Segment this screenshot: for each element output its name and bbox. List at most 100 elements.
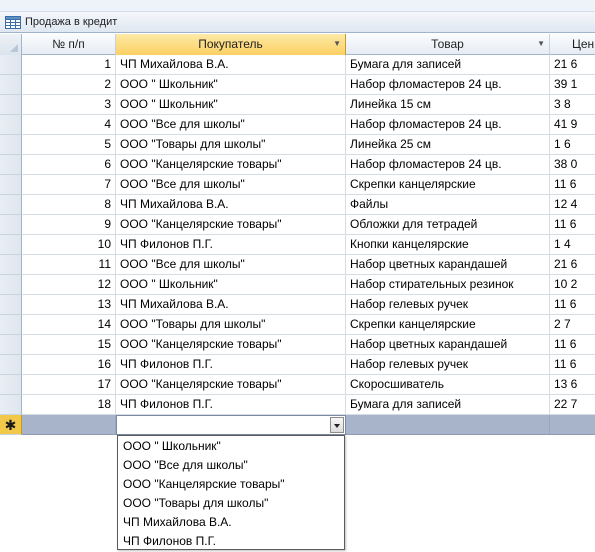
- record-selector[interactable]: [0, 235, 22, 255]
- cell-buyer[interactable]: ЧП Филонов П.Г.: [116, 355, 346, 375]
- cell-num[interactable]: 2: [22, 75, 116, 95]
- sort-caret-icon[interactable]: ▼: [537, 34, 545, 54]
- record-selector[interactable]: [0, 295, 22, 315]
- cell-num[interactable]: 11: [22, 255, 116, 275]
- new-record-row[interactable]: ✱: [0, 415, 595, 435]
- cell-num[interactable]: 18: [22, 395, 116, 415]
- table-row[interactable]: 6 ООО "Канцелярские товары" Набор фломасте…: [0, 155, 595, 175]
- cell-price[interactable]: 38 0: [550, 155, 595, 175]
- record-selector[interactable]: [0, 355, 22, 375]
- cell-buyer[interactable]: ООО "Все для школы": [116, 255, 346, 275]
- cell-num[interactable]: 12: [22, 275, 116, 295]
- sort-caret-icon[interactable]: ▼: [333, 34, 341, 54]
- new-record-selector[interactable]: ✱: [0, 415, 22, 435]
- table-row[interactable]: 16 ЧП Филонов П.Г. Набор гелевых ручек 11 6: [0, 355, 595, 375]
- cell-buyer[interactable]: ООО "Канцелярские товары": [116, 155, 346, 175]
- dropdown-option[interactable]: ООО "Товары для школы": [118, 494, 344, 513]
- cell-num[interactable]: 5: [22, 135, 116, 155]
- dropdown-option[interactable]: ООО "Все для школы": [118, 456, 344, 475]
- table-row[interactable]: 13 ЧП Михайлова В.А. Набор гелевых ручек 11…: [0, 295, 595, 315]
- table-row[interactable]: 3 ООО " Школьник" Линейка 15 см 3 8: [0, 95, 595, 115]
- table-row[interactable]: 14 ООО "Товары для школы" Скрепки канцеляр…: [0, 315, 595, 335]
- cell-buyer[interactable]: ООО "Все для школы": [116, 175, 346, 195]
- table-row[interactable]: 18 ЧП Филонов П.Г. Бумага для записей 22 7: [0, 395, 595, 415]
- cell-price[interactable]: 13 6: [550, 375, 595, 395]
- cell-price[interactable]: 22 7: [550, 395, 595, 415]
- cell-num[interactable]: 8: [22, 195, 116, 215]
- table-row[interactable]: 11 ООО "Все для школы" Набор цветных каран…: [0, 255, 595, 275]
- record-selector[interactable]: [0, 155, 22, 175]
- cell-buyer[interactable]: ООО "Канцелярские товары": [116, 375, 346, 395]
- record-selector[interactable]: [0, 195, 22, 215]
- cell-price[interactable]: 3 8: [550, 95, 595, 115]
- cell-price[interactable]: 41 9: [550, 115, 595, 135]
- cell-price[interactable]: 1 6: [550, 135, 595, 155]
- cell-buyer[interactable]: ЧП Михайлова В.А.: [116, 55, 346, 75]
- record-selector[interactable]: [0, 215, 22, 235]
- table-row[interactable]: 10 ЧП Филонов П.Г. Кнопки канцелярские 1 4: [0, 235, 595, 255]
- cell-item[interactable]: Набор фломастеров 24 цв.: [346, 115, 550, 135]
- cell-price[interactable]: 11 6: [550, 355, 595, 375]
- cell-buyer[interactable]: ООО "Канцелярские товары": [116, 215, 346, 235]
- table-row[interactable]: 1 ЧП Михайлова В.А. Бумага для записей 21 6: [0, 55, 595, 75]
- cell-buyer[interactable]: ЧП Филонов П.Г.: [116, 395, 346, 415]
- column-header-buyer[interactable]: Покупатель ▼: [116, 34, 346, 55]
- buyer-dropdown-list[interactable]: ООО " Школьник" ООО "Все для школы" ООО "К…: [117, 435, 345, 550]
- cell-buyer[interactable]: ЧП Филонов П.Г.: [116, 235, 346, 255]
- dropdown-option[interactable]: ООО " Школьник": [118, 437, 344, 456]
- cell-buyer[interactable]: ЧП Михайлова В.А.: [116, 195, 346, 215]
- cell-price[interactable]: 21 6: [550, 55, 595, 75]
- buyer-combo-input[interactable]: [116, 415, 346, 435]
- cell-item[interactable]: Набор фломастеров 24 цв.: [346, 155, 550, 175]
- cell-num[interactable]: 9: [22, 215, 116, 235]
- cell-price[interactable]: 11 6: [550, 335, 595, 355]
- table-row[interactable]: 17 ООО "Канцелярские товары" Скоросшивател…: [0, 375, 595, 395]
- cell-buyer[interactable]: ООО " Школьник": [116, 275, 346, 295]
- record-selector[interactable]: [0, 115, 22, 135]
- cell-buyer[interactable]: ООО "Все для школы": [116, 115, 346, 135]
- cell-item[interactable]: Обложки для тетрадей: [346, 215, 550, 235]
- cell-item[interactable]: Линейка 15 см: [346, 95, 550, 115]
- cell-num[interactable]: 3: [22, 95, 116, 115]
- cell-num[interactable]: 17: [22, 375, 116, 395]
- cell-num[interactable]: 4: [22, 115, 116, 135]
- record-selector[interactable]: [0, 75, 22, 95]
- cell-buyer[interactable]: ООО "Товары для школы": [116, 315, 346, 335]
- table-row[interactable]: 5 ООО "Товары для школы" Линейка 25 см 1 6: [0, 135, 595, 155]
- cell-price[interactable]: 11 6: [550, 295, 595, 315]
- table-row[interactable]: 12 ООО " Школьник" Набор стирательных рези…: [0, 275, 595, 295]
- table-row[interactable]: 4 ООО "Все для школы" Набор фломастеров 24…: [0, 115, 595, 135]
- cell-item[interactable]: Кнопки канцелярские: [346, 235, 550, 255]
- cell-num[interactable]: 6: [22, 155, 116, 175]
- combo-dropdown-button[interactable]: [330, 417, 344, 433]
- cell-num[interactable]: 7: [22, 175, 116, 195]
- table-row[interactable]: 7 ООО "Все для школы" Скрепки канцелярские…: [0, 175, 595, 195]
- cell-item[interactable]: Скрепки канцелярские: [346, 315, 550, 335]
- record-selector[interactable]: [0, 275, 22, 295]
- table-row[interactable]: 8 ЧП Михайлова В.А. Файлы 12 4: [0, 195, 595, 215]
- cell-item[interactable]: Файлы: [346, 195, 550, 215]
- cell-num[interactable]: 13: [22, 295, 116, 315]
- cell-item[interactable]: Бумага для записей: [346, 395, 550, 415]
- cell-num[interactable]: 1: [22, 55, 116, 75]
- cell-price[interactable]: 1 4: [550, 235, 595, 255]
- cell-item[interactable]: Скрепки канцелярские: [346, 175, 550, 195]
- select-all-button[interactable]: [0, 34, 22, 55]
- dropdown-option[interactable]: ЧП Михайлова В.А.: [118, 513, 344, 532]
- record-selector[interactable]: [0, 95, 22, 115]
- cell-num[interactable]: [22, 415, 116, 435]
- record-selector[interactable]: [0, 55, 22, 75]
- cell-buyer[interactable]: ООО " Школьник": [116, 75, 346, 95]
- record-selector[interactable]: [0, 315, 22, 335]
- table-row[interactable]: 15 ООО "Канцелярские товары" Набор цветных…: [0, 335, 595, 355]
- record-selector[interactable]: [0, 255, 22, 275]
- table-row[interactable]: 9 ООО "Канцелярские товары" Обложки для те…: [0, 215, 595, 235]
- record-selector[interactable]: [0, 135, 22, 155]
- cell-price[interactable]: 11 6: [550, 175, 595, 195]
- cell-item[interactable]: Набор гелевых ручек: [346, 295, 550, 315]
- dropdown-option[interactable]: ООО "Канцелярские товары": [118, 475, 344, 494]
- cell-num[interactable]: 14: [22, 315, 116, 335]
- cell-item[interactable]: Набор фломастеров 24 цв.: [346, 75, 550, 95]
- cell-price[interactable]: 39 1: [550, 75, 595, 95]
- cell-buyer[interactable]: ООО "Товары для школы": [116, 135, 346, 155]
